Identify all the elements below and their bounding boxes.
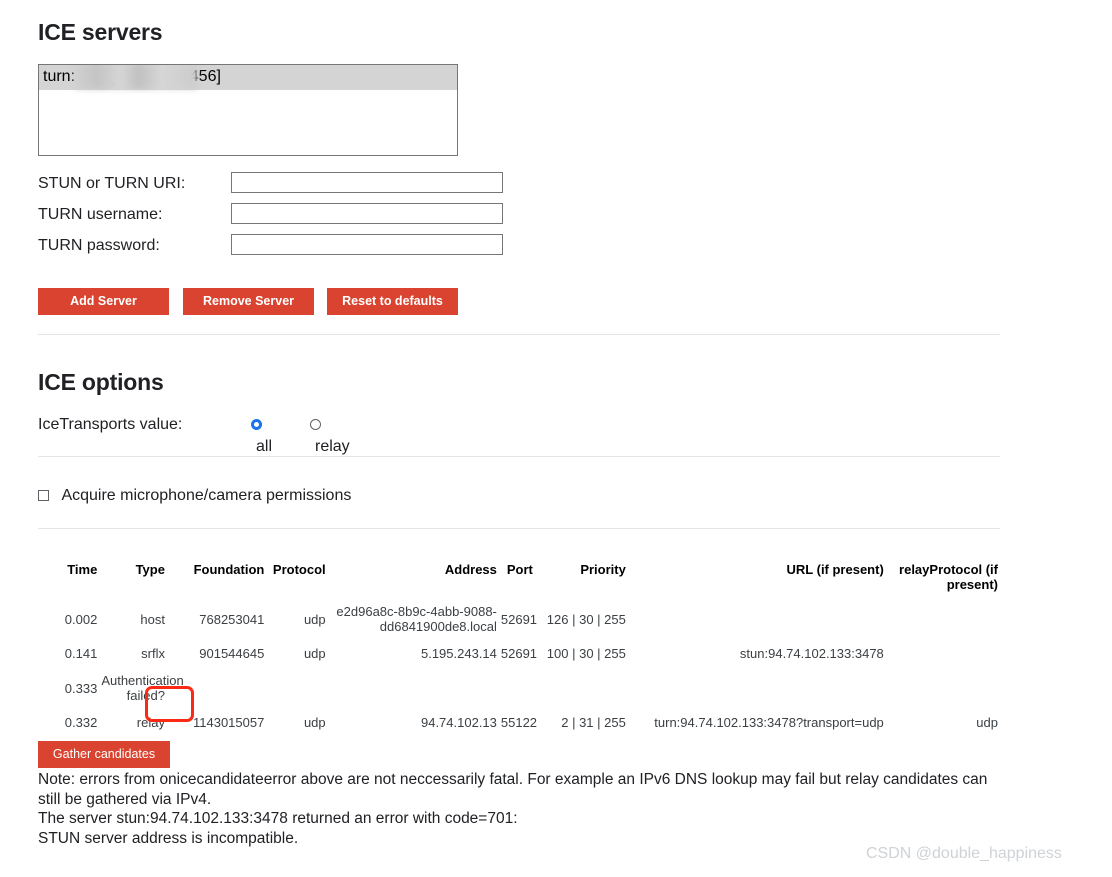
radio-label-all: all [256, 438, 273, 455]
cell-address: 5.195.243.14 [420, 646, 497, 661]
redaction-blur [75, 65, 197, 89]
stun-turn-uri-label: STUN or TURN URI: [38, 175, 186, 192]
cell-relay-protocol: udp [976, 715, 998, 730]
stun-turn-uri-input[interactable] [231, 172, 503, 193]
cell-time: 0.333 [64, 680, 98, 696]
radio-icon [310, 419, 321, 430]
col-header-time: Time [67, 562, 98, 577]
col-header-relay-protocol: relayProtocol (if present) [899, 562, 998, 592]
radio-ice-transports-all[interactable]: all [251, 414, 272, 458]
cell-url [628, 667, 886, 709]
note-line-3: STUN server address is incompatible. [38, 829, 299, 847]
cell-type: host [140, 611, 165, 627]
add-server-button[interactable]: Add Server [38, 288, 169, 315]
cell-foundation: 901544645 [199, 646, 265, 661]
turn-password-input[interactable] [231, 234, 503, 255]
table-row: 0.332 relay 1143015057 udp 94.74.102.13 … [38, 709, 1000, 736]
cell-foundation: 768253041 [199, 611, 265, 627]
cell-relay-protocol [886, 598, 1000, 640]
acquire-permissions-row[interactable]: Acquire microphone/camera permissions [38, 485, 351, 507]
candidates-table: Time Type Foundation Protocol Address Po… [38, 556, 1000, 736]
col-header-foundation: Foundation [193, 562, 265, 577]
cell-url: stun:94.74.102.133:3478 [739, 646, 884, 661]
cell-priority: 126 | 30 | 255 [546, 611, 626, 627]
divider [38, 528, 1000, 529]
ice-servers-heading: ICE servers [38, 19, 163, 45]
turn-username-input[interactable] [231, 203, 503, 224]
col-header-priority: Priority [580, 562, 626, 577]
radio-label-relay: relay [315, 438, 350, 455]
acquire-permissions-label: Acquire microphone/camera permissions [61, 487, 352, 504]
divider [38, 334, 1000, 335]
cell-time: 0.002 [64, 611, 98, 627]
ice-server-list[interactable]: turn: 478 [admin:123456] [38, 64, 458, 156]
cell-address [328, 667, 499, 709]
cell-type: srflx [141, 646, 165, 661]
remove-server-button[interactable]: Remove Server [183, 288, 314, 315]
col-header-protocol: Protocol [272, 562, 326, 577]
cell-time: 0.332 [64, 715, 98, 730]
ice-transports-row: IceTransports value: all relay [38, 414, 350, 455]
cell-protocol: udp [303, 715, 326, 730]
col-header-type: Type [135, 562, 165, 577]
radio-icon [251, 419, 262, 430]
ice-options-heading: ICE options [38, 369, 164, 395]
cell-foundation: 1143015057 [192, 715, 265, 730]
turn-username-label: TURN username: [38, 206, 163, 223]
reset-to-defaults-button[interactable]: Reset to defaults [327, 288, 458, 315]
stun-turn-uri-row: STUN or TURN URI: [38, 172, 503, 195]
ice-transports-label: IceTransports value: [38, 416, 183, 433]
cell-url: turn:94.74.102.133:3478?transport=udp [654, 715, 884, 730]
table-row: 0.333 Authentication failed? [38, 667, 1000, 709]
divider [38, 456, 1000, 457]
cell-port: 52691 [500, 646, 538, 661]
cell-priority: 2 | 31 | 255 [561, 715, 626, 730]
cell-port [499, 667, 535, 709]
cell-address: 94.74.102.13 [420, 715, 497, 730]
col-header-url: URL (if present) [786, 562, 884, 577]
notes-block: Note: errors from onicecandidateerror ab… [38, 770, 1000, 848]
radio-ice-transports-relay[interactable]: relay [310, 414, 350, 458]
checkbox-icon[interactable] [38, 490, 49, 501]
list-item[interactable]: turn: 478 [admin:123456] [39, 65, 457, 90]
cell-type: relay [136, 715, 165, 730]
cell-port: 55122 [500, 715, 538, 730]
cell-time: 0.141 [64, 646, 98, 661]
turn-password-row: TURN password: [38, 234, 503, 257]
note-line-2: The server stun:94.74.102.133:3478 retur… [38, 810, 518, 827]
col-header-port: Port [506, 562, 533, 577]
gather-candidates-button[interactable]: Gather candidates [38, 741, 170, 768]
cell-protocol: udp [303, 611, 326, 627]
watermark: CSDN @double_happiness [866, 845, 1062, 862]
col-header-address: Address [444, 562, 497, 577]
cell-protocol [266, 667, 327, 709]
cell-address: e2d96a8c-8b9c-4abb-9088-dd6841900de8.loc… [336, 604, 497, 634]
turn-username-row: TURN username: [38, 203, 503, 226]
turn-password-label: TURN password: [38, 237, 160, 254]
table-row: 0.141 srflx 901544645 udp 5.195.243.14 5… [38, 640, 1000, 667]
cell-url [628, 598, 886, 640]
cell-priority [535, 667, 628, 709]
note-line-1: Note: errors from onicecandidateerror ab… [38, 771, 988, 808]
table-row: 0.002 host 768253041 udp e2d96a8c-8b9c-4… [38, 598, 1000, 640]
cell-port: 52691 [500, 611, 538, 627]
cell-priority: 100 | 30 | 255 [546, 646, 626, 661]
cell-protocol: udp [303, 646, 326, 661]
cell-type: Authentication failed? [101, 673, 184, 703]
table-header-row: Time Type Foundation Protocol Address Po… [38, 556, 1000, 598]
cell-relay-protocol [886, 667, 1000, 709]
cell-relay-protocol [886, 640, 1000, 667]
